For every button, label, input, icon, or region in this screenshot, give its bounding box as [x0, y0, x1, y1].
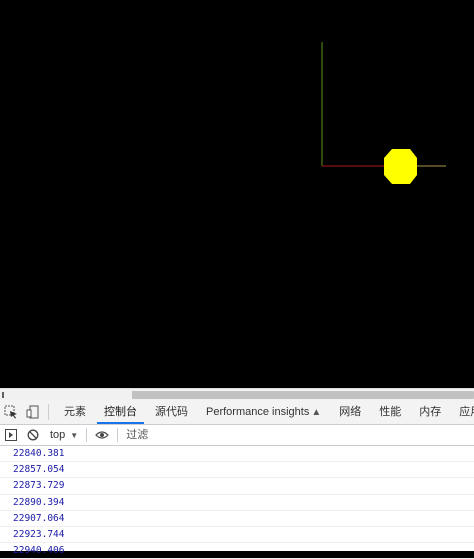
- render-canvas[interactable]: [0, 0, 474, 388]
- console-log-list: 22840.381 22857.054 22873.729 22890.394 …: [0, 446, 474, 559]
- scene-svg: [321, 42, 446, 184]
- device-toolbar-icon[interactable]: [22, 400, 44, 424]
- flask-icon: ▲: [311, 407, 322, 418]
- yellow-octagon-mesh: [384, 149, 417, 184]
- tab-performance[interactable]: 性能: [370, 400, 410, 424]
- filterbar-divider-2: [117, 428, 119, 442]
- scrollbar-left-marker: [2, 392, 4, 398]
- console-log-row: 22890.394: [0, 495, 474, 511]
- context-selector-value: top: [50, 429, 66, 441]
- filterbar-divider: [86, 428, 88, 442]
- tab-network[interactable]: 网络: [330, 400, 370, 424]
- toolbar-divider: [48, 404, 49, 420]
- tab-performance-insights-label: Performance insights: [206, 406, 310, 418]
- console-log-row: 22923.744: [0, 527, 474, 544]
- console-log-row: 22940.406: [0, 543, 474, 559]
- tab-sources[interactable]: 源代码: [146, 400, 197, 424]
- chevron-down-icon: ▼: [70, 430, 79, 440]
- console-log-row: 22857.054: [0, 462, 474, 479]
- devtools-panel: 元素 控制台 源代码 Performance insights ▲ 网络 性能 内…: [0, 400, 474, 559]
- horizontal-scrollbar[interactable]: [0, 388, 474, 400]
- clear-console-icon[interactable]: [22, 425, 44, 445]
- console-log-row: 22840.381: [0, 446, 474, 463]
- tab-application[interactable]: 应用: [450, 400, 474, 424]
- tab-performance-insights[interactable]: Performance insights ▲: [197, 400, 330, 424]
- tab-console[interactable]: 控制台: [95, 400, 146, 424]
- console-log-row: 22873.729: [0, 478, 474, 495]
- context-selector[interactable]: top ▼: [44, 425, 82, 445]
- tab-memory[interactable]: 内存: [410, 400, 450, 424]
- inspect-element-icon[interactable]: [0, 400, 22, 424]
- scrollbar-thumb[interactable]: [132, 391, 474, 399]
- sidebar-toggle-icon[interactable]: [0, 425, 22, 445]
- console-filterbar: top ▼: [0, 425, 474, 446]
- console-filter-input[interactable]: [122, 426, 474, 444]
- console-log-row: 22907.064: [0, 511, 474, 527]
- tab-elements[interactable]: 元素: [55, 400, 95, 424]
- devtools-tabbar: 元素 控制台 源代码 Performance insights ▲ 网络 性能 内…: [0, 400, 474, 425]
- live-expression-eye-icon[interactable]: [91, 425, 113, 445]
